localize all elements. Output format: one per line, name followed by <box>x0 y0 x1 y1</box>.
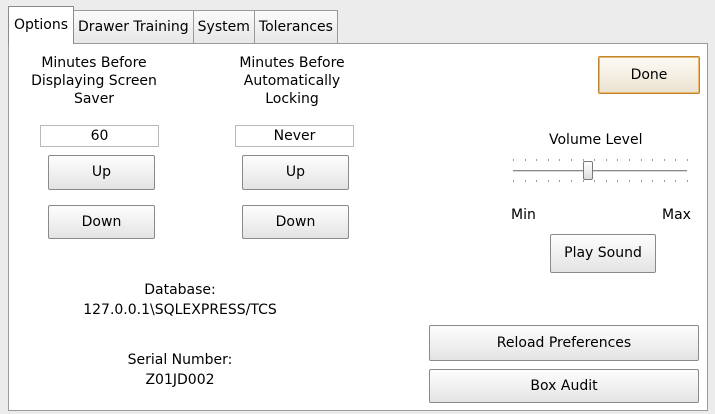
volume-slider-thumb[interactable] <box>583 161 593 180</box>
volume-slider-tick <box>664 180 665 182</box>
volume-slider-tick <box>606 159 607 161</box>
volume-slider-tick <box>548 180 549 182</box>
volume-slider-tick <box>606 180 607 182</box>
volume-level-label: Volume Level <box>549 132 643 148</box>
volume-slider-tick <box>629 159 630 161</box>
volume-slider-tick <box>548 159 549 161</box>
volume-slider-tick <box>675 159 676 161</box>
volume-slider-tick <box>513 180 514 182</box>
options-window: Options Drawer Training System Tolerance… <box>0 0 715 414</box>
reload-preferences-button[interactable]: Reload Preferences <box>429 325 699 361</box>
volume-slider-tick <box>536 159 537 161</box>
volume-slider-tick <box>583 180 584 182</box>
volume-slider-tick <box>571 159 572 161</box>
volume-slider-tick <box>617 159 618 161</box>
volume-slider-track <box>513 170 687 172</box>
volume-slider-tick <box>559 159 560 161</box>
serial-number-value: Z01JD002 <box>145 372 215 388</box>
volume-slider-tick <box>536 180 537 182</box>
volume-slider-tick <box>525 180 526 182</box>
volume-slider-tick <box>687 180 688 182</box>
volume-slider-tick <box>641 180 642 182</box>
volume-slider-tick <box>641 159 642 161</box>
volume-slider-tick <box>559 180 560 182</box>
volume-slider-tick <box>664 159 665 161</box>
volume-slider-tick <box>525 159 526 161</box>
volume-min-label: Min <box>511 207 536 223</box>
auto-lock-down-button[interactable]: Down <box>242 205 349 239</box>
serial-number-label: Serial Number: <box>127 352 233 368</box>
volume-slider-tick <box>513 159 514 161</box>
play-sound-button[interactable]: Play Sound <box>550 234 656 273</box>
volume-slider-tick <box>652 159 653 161</box>
database-label: Database: <box>144 282 216 298</box>
auto-lock-up-button[interactable]: Up <box>242 155 349 190</box>
tab-strip: Options Drawer Training System Tolerance… <box>8 6 338 44</box>
screen-saver-label: Minutes Before Displaying Screen Saver <box>31 55 157 107</box>
screen-saver-up-button[interactable]: Up <box>48 155 155 190</box>
auto-lock-label: Minutes Before Automatically Locking <box>239 55 345 107</box>
volume-slider[interactable] <box>507 153 691 186</box>
screen-saver-down-button[interactable]: Down <box>48 205 155 239</box>
volume-slider-tick <box>594 159 595 161</box>
volume-max-label: Max <box>662 207 691 223</box>
volume-slider-tick <box>594 180 595 182</box>
box-audit-button[interactable]: Box Audit <box>429 369 699 403</box>
tab-tolerances[interactable]: Tolerances <box>253 10 338 44</box>
volume-slider-tick <box>629 180 630 182</box>
tab-drawer-training[interactable]: Drawer Training <box>73 10 194 44</box>
database-value: 127.0.0.1\SQLEXPRESS/TCS <box>83 302 277 318</box>
volume-slider-tick <box>617 180 618 182</box>
volume-slider-tick <box>687 159 688 161</box>
done-button[interactable]: Done <box>598 56 700 94</box>
screen-saver-value: 60 <box>40 125 159 147</box>
volume-slider-tick <box>652 180 653 182</box>
tab-options[interactable]: Options <box>8 6 75 44</box>
auto-lock-value: Never <box>235 125 354 147</box>
tab-system[interactable]: System <box>192 10 255 44</box>
volume-slider-tick <box>571 180 572 182</box>
volume-slider-tick <box>675 180 676 182</box>
